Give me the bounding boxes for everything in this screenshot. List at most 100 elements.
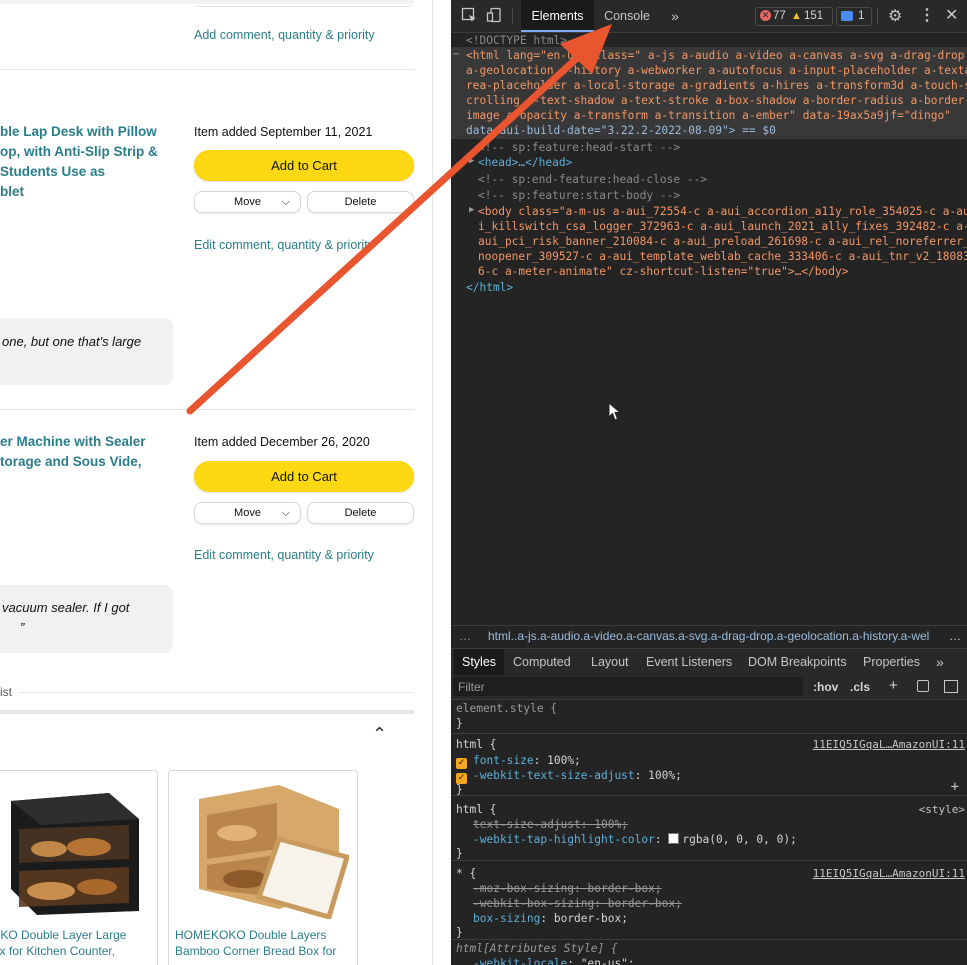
add-property-icon[interactable]: + — [951, 779, 959, 795]
breadcrumb-path[interactable]: html..a-js.a-audio.a-video.a-canvas.a-sv… — [488, 626, 929, 647]
close-icon[interactable]: ✕ — [945, 5, 958, 25]
list-section-label: ist — [0, 685, 12, 699]
new-rule-icon[interactable]: + — [889, 677, 898, 694]
dom-doctype[interactable]: <!DOCTYPE html> — [466, 33, 567, 48]
tab-styles[interactable]: Styles — [454, 649, 505, 675]
dom-line[interactable]: noopener_309527-c a-aui_template_weblab_… — [478, 249, 967, 264]
dom-head[interactable]: <head>…</head> — [478, 155, 572, 170]
add-to-cart-button[interactable]: Add to Cart — [194, 461, 414, 492]
expand-triangle-icon[interactable]: ▶ — [469, 205, 474, 215]
device-toggle-icon[interactable] — [486, 7, 502, 27]
tab-computed[interactable]: Computed — [513, 649, 571, 675]
product-card[interactable]: HOMEKOKO Double Layers Bamboo Corner Bre… — [168, 770, 358, 965]
dom-comment[interactable]: <!-- sp:feature:head-start --> — [478, 140, 680, 155]
tab-console[interactable]: Console — [599, 0, 655, 32]
item-title-line[interactable]: torage and Sous Vide, — [0, 452, 142, 472]
product-title-line[interactable]: Bamboo Corner Bread Box for — [175, 943, 336, 959]
add-comment-link[interactable]: Add comment, quantity & priority — [194, 28, 375, 42]
overridden-property[interactable]: -webkit-box-sizing: border-box; — [473, 896, 682, 912]
style-property-row[interactable]: -webkit-tap-highlight-color: rgba(0, 0, … — [473, 832, 797, 848]
dom-line[interactable]: a-geolocation a-history a-webworker a-au… — [466, 63, 967, 78]
property-value: border-box; — [553, 912, 628, 925]
edit-comment-link[interactable]: Edit comment, quantity & priority — [194, 238, 374, 252]
divider — [0, 69, 414, 70]
gear-icon[interactable]: ⚙ — [888, 6, 902, 26]
tab-event-listeners[interactable]: Event Listeners — [646, 649, 732, 675]
rule-selector[interactable]: element.style { — [456, 701, 557, 717]
product-title-line[interactable]: EKOKO Double Layer Large — [0, 927, 126, 943]
dom-line[interactable]: crolling a-text-shadow a-text-stroke a-b… — [466, 93, 967, 108]
overridden-property[interactable]: -moz-box-sizing: border-box; — [473, 881, 662, 897]
tab-elements[interactable]: Elements — [521, 0, 594, 32]
rule-selector[interactable]: html[Attributes Style] { — [456, 941, 618, 957]
dom-line[interactable]: <html lang="en-us" class=" a-js a-audio … — [466, 48, 964, 63]
item-title-line[interactable]: op, with Anti-Slip Strip & — [0, 142, 158, 162]
filter-input[interactable]: Filter — [453, 677, 803, 696]
dom-line[interactable]: </html> — [466, 280, 513, 295]
previous-item-button-edge — [194, 0, 414, 7]
dom-line[interactable]: data-aui-build-date="3.22.2-2022-08-09">… — [466, 123, 776, 138]
style-property-row[interactable]: box-sizing: border-box; — [473, 911, 628, 927]
rule-source-link[interactable]: 11EIQ5IGqaL…AmazonUI:11 — [813, 737, 965, 753]
expand-triangle-icon[interactable]: ▶ — [469, 156, 474, 166]
tab-properties[interactable]: Properties — [863, 649, 920, 675]
dom-line[interactable]: <body class="a-m-us a-aui_72554-c a-aui_… — [478, 204, 967, 219]
cls-toggle[interactable]: .cls — [850, 680, 870, 694]
add-to-cart-button[interactable]: Add to Cart — [194, 150, 414, 181]
dom-breadcrumb: … html..a-js.a-audio.a-video.a-canvas.a-… — [451, 625, 967, 648]
more-tabs-icon[interactable]: » — [665, 0, 685, 32]
dom-line[interactable]: image a-opacity a-transform a-transition… — [466, 108, 951, 123]
color-swatch-icon[interactable] — [668, 833, 680, 844]
rule-source-link[interactable]: 11EIQ5IGqaL…AmazonUI:11 — [813, 866, 965, 882]
breadcrumb-scroll-left[interactable]: … — [459, 626, 471, 647]
dom-comment[interactable]: <!-- sp:feature:start-body --> — [478, 188, 680, 203]
rule-selector[interactable]: * { — [456, 866, 476, 882]
item-added-date: Item added September 11, 2021 — [194, 125, 373, 139]
rule-element-style: element.style { } — [451, 700, 967, 734]
product-title-line[interactable]: d Box for Kitchen Counter, — [0, 943, 115, 959]
divider — [20, 692, 414, 693]
dom-line[interactable]: rea-placeholder a-local-storage a-gradie… — [466, 78, 967, 93]
style-property-row[interactable]: ✓ -webkit-text-size-adjust: 100%; — [456, 768, 682, 784]
property-value: 100%; — [547, 754, 581, 767]
dom-comment[interactable]: <!-- sp:end-feature:head-close --> — [478, 172, 707, 187]
style-property-row[interactable]: ✓ font-size: 100%; — [456, 753, 581, 769]
wishlist-page: Add comment, quantity & priority ble Lap… — [0, 0, 432, 965]
inspect-icon[interactable] — [461, 7, 477, 27]
chevron-down-icon: ⌵ — [281, 196, 290, 208]
move-dropdown[interactable]: Move ⌵ — [194, 502, 301, 524]
sidebar-toggle-icon[interactable] — [944, 680, 958, 693]
product-card[interactable]: EKOKO Double Layer Large d Box for Kitch… — [0, 770, 158, 965]
tab-dom-breakpoints[interactable]: DOM Breakpoints — [748, 649, 847, 675]
hov-toggle[interactable]: :hov — [813, 680, 838, 694]
item-title-line[interactable]: blet — [0, 182, 24, 202]
chevron-up-icon[interactable]: ⌃ — [372, 724, 387, 745]
computed-styles-toggle-icon[interactable] — [917, 680, 929, 692]
item-title-line[interactable]: er Machine with Sealer — [0, 432, 146, 452]
rule-selector[interactable]: html { — [456, 737, 496, 753]
issues-counter[interactable]: ✕ 77 ▲ 151 — [755, 7, 833, 26]
messages-counter[interactable]: 1 — [836, 7, 872, 26]
overridden-property[interactable]: text-size-adjust: 100%; — [473, 817, 628, 833]
rule-selector[interactable]: html { — [456, 802, 496, 818]
dom-line[interactable]: i_killswitch_csa_logger_372963-c a-aui_l… — [478, 219, 967, 234]
rule-html-1: html { 11EIQ5IGqaL…AmazonUI:11 ✓ font-siz… — [451, 735, 967, 796]
move-dropdown[interactable]: Move ⌵ — [194, 191, 301, 213]
style-property-row[interactable]: -webkit-locale: "en-us"; — [473, 956, 635, 965]
product-title-line[interactable]: HOMEKOKO Double Layers — [175, 927, 326, 943]
more-tabs-icon[interactable]: » — [936, 649, 944, 675]
item-title-line[interactable]: Students Use as — [0, 162, 105, 182]
rule-universal: * { 11EIQ5IGqaL…AmazonUI:11 -moz-box-siz… — [451, 863, 967, 940]
delete-button[interactable]: Delete — [307, 191, 414, 213]
rule-source-link[interactable]: <style> — [919, 802, 965, 818]
rule-close: } — [456, 717, 463, 730]
delete-button[interactable]: Delete — [307, 502, 414, 524]
dom-line[interactable]: aui_pci_risk_banner_210084-c a-aui_prelo… — [478, 234, 967, 249]
tab-layout[interactable]: Layout — [591, 649, 629, 675]
item-title-line[interactable]: ble Lap Desk with Pillow — [0, 122, 157, 142]
edit-comment-link[interactable]: Edit comment, quantity & priority — [194, 548, 374, 562]
scroll-divider — [432, 0, 433, 965]
breadcrumb-scroll-right[interactable]: … — [943, 626, 967, 647]
kebab-icon[interactable]: ⋮ — [919, 5, 935, 25]
dom-line[interactable]: 6-c a-meter-animate" cz-shortcut-listen=… — [478, 264, 848, 279]
